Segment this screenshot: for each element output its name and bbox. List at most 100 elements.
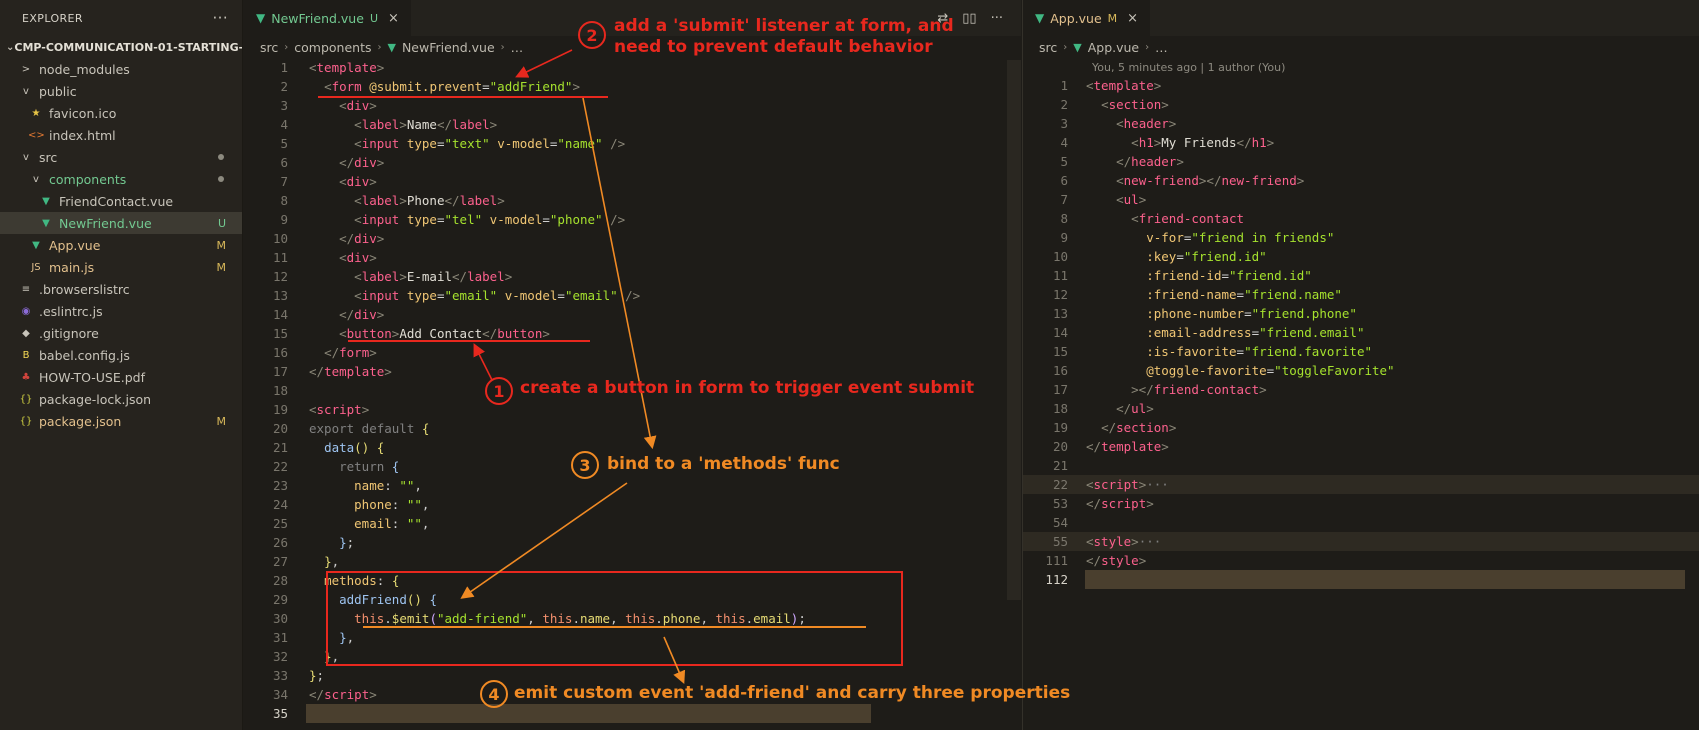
code-line[interactable]: 35 bbox=[244, 704, 1021, 723]
code-line[interactable]: 3 <div> bbox=[244, 96, 1021, 115]
more-actions-icon[interactable]: ··· bbox=[991, 11, 1003, 26]
code-line[interactable]: 17 ></friend-contact> bbox=[1023, 380, 1699, 399]
code-line[interactable]: 2 <section> bbox=[1023, 95, 1699, 114]
code-line[interactable]: 25 email: "", bbox=[244, 514, 1021, 533]
code-line[interactable]: 3 <header> bbox=[1023, 114, 1699, 133]
code-line[interactable]: 15 :is-favorite="friend.favorite" bbox=[1023, 342, 1699, 361]
breadcrumb-item[interactable]: src bbox=[1039, 40, 1057, 55]
tree-item[interactable]: ▼ App.vue M bbox=[0, 234, 242, 256]
code-line[interactable]: 22 <script>··· bbox=[1023, 475, 1699, 494]
tree-item[interactable]: v public bbox=[0, 80, 242, 102]
code-line[interactable]: 4 <h1>My Friends</h1> bbox=[1023, 133, 1699, 152]
code-line[interactable]: 24 phone: "", bbox=[244, 495, 1021, 514]
code-text: <template> bbox=[1086, 78, 1162, 93]
code-line[interactable]: 19 <script> bbox=[244, 400, 1021, 419]
tree-item[interactable]: ▼ FriendContact.vue bbox=[0, 190, 242, 212]
git-blame-info[interactable]: You, 5 minutes ago | 1 author (You) bbox=[1023, 58, 1699, 76]
code-line[interactable]: 13 :phone-number="friend.phone" bbox=[1023, 304, 1699, 323]
breadcrumb-item[interactable]: App.vue bbox=[1088, 40, 1139, 55]
tree-item[interactable]: ♣ HOW-TO-USE.pdf bbox=[0, 366, 242, 388]
annotation-3-number: 3 bbox=[571, 451, 599, 479]
scrollbar[interactable] bbox=[1007, 60, 1021, 600]
code-line[interactable]: 31 }, bbox=[244, 628, 1021, 647]
code-line[interactable]: 11 :friend-id="friend.id" bbox=[1023, 266, 1699, 285]
code-line[interactable]: 12 :friend-name="friend.name" bbox=[1023, 285, 1699, 304]
code-line[interactable]: 5 </header> bbox=[1023, 152, 1699, 171]
breadcrumb-item[interactable]: NewFriend.vue bbox=[402, 40, 495, 55]
code-line[interactable]: 32 }, bbox=[244, 647, 1021, 666]
code-line[interactable]: 19 </section> bbox=[1023, 418, 1699, 437]
tab-newfriend[interactable]: ▼ NewFriend.vue U × bbox=[244, 0, 411, 36]
breadcrumb-item[interactable]: … bbox=[511, 40, 524, 55]
more-actions-icon[interactable]: ··· bbox=[212, 9, 228, 27]
code-line[interactable]: 8 <label>Phone</label> bbox=[244, 191, 1021, 210]
tree-item-label: main.js bbox=[49, 259, 95, 275]
tree-item[interactable]: ▼ NewFriend.vue U bbox=[0, 212, 242, 234]
code-line[interactable]: 10 </div> bbox=[244, 229, 1021, 248]
tree-item[interactable]: v components bbox=[0, 168, 242, 190]
code-line[interactable]: 23 name: "", bbox=[244, 476, 1021, 495]
code-line[interactable]: 6 </div> bbox=[244, 153, 1021, 172]
code-line[interactable]: 9 <input type="tel" v-model="phone" /> bbox=[244, 210, 1021, 229]
code-line[interactable]: 20 </template> bbox=[1023, 437, 1699, 456]
tree-item[interactable]: ★ favicon.ico bbox=[0, 102, 242, 124]
code-line[interactable]: 2 <form @submit.prevent="addFriend"> bbox=[244, 77, 1021, 96]
code-line[interactable]: 16 </form> bbox=[244, 343, 1021, 362]
close-tab-icon[interactable]: × bbox=[1127, 11, 1138, 26]
code-line[interactable]: 7 <div> bbox=[244, 172, 1021, 191]
code-line[interactable]: 14 :email-address="friend.email" bbox=[1023, 323, 1699, 342]
tree-item[interactable]: {} package-lock.json bbox=[0, 388, 242, 410]
code-line[interactable]: 1 <template> bbox=[244, 58, 1021, 77]
code-line[interactable]: 112 bbox=[1023, 570, 1699, 589]
code-line[interactable]: 27 }, bbox=[244, 552, 1021, 571]
code-line[interactable]: 8 <friend-contact bbox=[1023, 209, 1699, 228]
code-line[interactable]: 7 <ul> bbox=[1023, 190, 1699, 209]
breadcrumb-item[interactable]: src bbox=[260, 40, 278, 55]
code-line[interactable]: 111 </style> bbox=[1023, 551, 1699, 570]
breadcrumb-item[interactable]: … bbox=[1155, 40, 1168, 55]
code-line[interactable]: 20 export default { bbox=[244, 419, 1021, 438]
line-number: 53 bbox=[1052, 496, 1068, 511]
code-line[interactable]: 1 <template> bbox=[1023, 76, 1699, 95]
tree-item[interactable]: <> index.html bbox=[0, 124, 242, 146]
code-line[interactable]: 13 <input type="email" v-model="email" /… bbox=[244, 286, 1021, 305]
tab-app[interactable]: ▼ App.vue M × bbox=[1023, 0, 1151, 36]
tree-item[interactable]: {} package.json M bbox=[0, 410, 242, 432]
code-line[interactable]: 11 <div> bbox=[244, 248, 1021, 267]
code-line[interactable]: 26 }; bbox=[244, 533, 1021, 552]
tree-item[interactable]: ◉ .eslintrc.js bbox=[0, 300, 242, 322]
code-line[interactable]: 28 methods: { bbox=[244, 571, 1021, 590]
code-line[interactable]: 18 </ul> bbox=[1023, 399, 1699, 418]
git-status-badge: M bbox=[216, 238, 227, 252]
code-area-right[interactable]: 1 <template> 2 <section> 3 <header> 4 <h1>My… bbox=[1023, 76, 1699, 589]
editor-app: ▼ App.vue M × src › ▼ App.vue › … You, 5… bbox=[1022, 0, 1699, 730]
project-root[interactable]: ⌄ CMP-COMMUNICATION-01-STARTING-S... bbox=[0, 36, 242, 58]
close-tab-icon[interactable]: × bbox=[388, 11, 399, 26]
code-line[interactable]: 53 </script> bbox=[1023, 494, 1699, 513]
tree-item[interactable]: v src bbox=[0, 146, 242, 168]
tree-item[interactable]: Bbabel.config.js bbox=[0, 344, 242, 366]
code-line[interactable]: 15 <button>Add Contact</button> bbox=[244, 324, 1021, 343]
code-line[interactable]: 5 <input type="text" v-model="name" /> bbox=[244, 134, 1021, 153]
tree-item[interactable]: ◆ .gitignore bbox=[0, 322, 242, 344]
tree-item[interactable]: ≡ .browserslistrc bbox=[0, 278, 242, 300]
code-line[interactable]: 10 :key="friend.id" bbox=[1023, 247, 1699, 266]
code-line[interactable]: 30 this.$emit("add-friend", this.name, t… bbox=[244, 609, 1021, 628]
split-editor-icon[interactable]: ▯▯ bbox=[962, 11, 976, 26]
code-line[interactable]: 16 @toggle-favorite="toggleFavorite" bbox=[1023, 361, 1699, 380]
tree-item-label: .eslintrc.js bbox=[39, 303, 103, 319]
code-line[interactable]: 55 <style>··· bbox=[1023, 532, 1699, 551]
code-line[interactable]: 4 <label>Name</label> bbox=[244, 115, 1021, 134]
code-line[interactable]: 12 <label>E-mail</label> bbox=[244, 267, 1021, 286]
code-line[interactable]: 54 bbox=[1023, 513, 1699, 532]
code-line[interactable]: 14 </div> bbox=[244, 305, 1021, 324]
tree-item[interactable]: > node_modules bbox=[0, 58, 242, 80]
code-line[interactable]: 6 <new-friend></new-friend> bbox=[1023, 171, 1699, 190]
code-line[interactable]: 21 bbox=[1023, 456, 1699, 475]
breadcrumb-item[interactable]: components bbox=[294, 40, 371, 55]
code-line[interactable]: 9 v-for="friend in friends" bbox=[1023, 228, 1699, 247]
code-text: :email-address="friend.email" bbox=[1146, 325, 1365, 340]
tree-item[interactable]: JS main.js M bbox=[0, 256, 242, 278]
tree-item-label: package.json bbox=[39, 413, 122, 429]
code-line[interactable]: 29 addFriend() { bbox=[244, 590, 1021, 609]
